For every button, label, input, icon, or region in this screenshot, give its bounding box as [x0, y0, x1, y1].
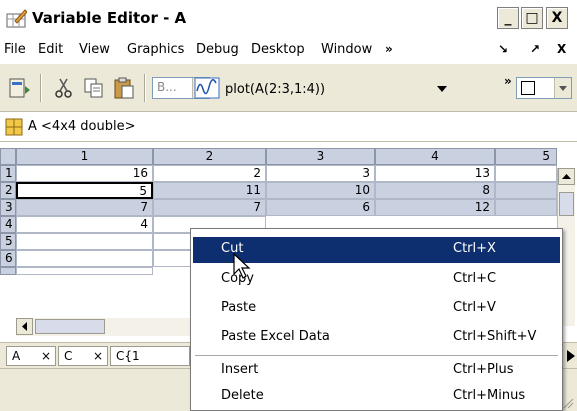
plot-icon[interactable]	[194, 77, 220, 99]
scroll-left-button[interactable]	[16, 318, 33, 335]
table-cell[interactable]: 16	[16, 165, 153, 182]
layout-combo[interactable]	[516, 77, 572, 99]
table-cell-active[interactable]: 5	[16, 182, 153, 199]
table-cell[interactable]: 2	[153, 165, 266, 182]
tab-c-cell[interactable]: C{1	[110, 346, 190, 366]
window-title: Variable Editor - A	[32, 9, 187, 27]
menu-bar: File Edit View Graphics Debug Desktop Wi…	[0, 38, 577, 64]
scroll-thumb[interactable]	[559, 192, 574, 216]
menu-overflow-button[interactable]: »	[385, 42, 393, 56]
resize-grip-icon[interactable]	[562, 397, 574, 409]
menu-separator	[195, 355, 558, 356]
table-cell[interactable]	[16, 250, 153, 267]
tab-c[interactable]: C ×	[58, 346, 108, 366]
mouse-cursor-icon	[233, 252, 251, 279]
tab-label: C	[64, 349, 73, 363]
row-header[interactable]: 3	[0, 199, 16, 216]
context-menu-delete[interactable]: Delete Ctrl+Minus	[193, 384, 560, 410]
toolbar: B... plot(A(2:3,1:4)) »	[0, 64, 577, 112]
table-cell[interactable]: 4	[16, 216, 153, 233]
plot-selector-label[interactable]: plot(A(2:3,1:4))	[225, 82, 325, 97]
cut-icon[interactable]	[52, 76, 76, 100]
dock-button[interactable]: ↘	[498, 42, 508, 56]
table-cell[interactable]: 7	[153, 199, 266, 216]
menu-graphics[interactable]: Graphics	[127, 42, 184, 57]
column-header[interactable]: 1	[16, 148, 153, 165]
table-cell[interactable]	[495, 165, 557, 182]
horizontal-scrollbar[interactable]	[16, 318, 196, 336]
menu-debug[interactable]: Debug	[196, 42, 239, 57]
arrow-left-icon	[22, 322, 27, 331]
toolbar-overflow-button[interactable]: »	[504, 74, 512, 88]
variable-info-label: A <4x4 double>	[28, 119, 136, 134]
copy-icon[interactable]	[82, 76, 106, 100]
layout-square-icon	[521, 81, 535, 95]
import-data-icon[interactable]	[8, 76, 32, 100]
scroll-thumb[interactable]	[35, 319, 105, 334]
toolbar-separator	[40, 74, 42, 102]
row-header[interactable]: 5	[0, 233, 16, 250]
tab-scroll-right-icon[interactable]	[566, 349, 576, 363]
chevron-down-icon[interactable]	[554, 78, 571, 98]
row-header[interactable]: 2	[0, 182, 16, 199]
tab-label: C{1	[116, 349, 140, 363]
menu-close-button[interactable]: X	[557, 42, 566, 56]
variable-editor-icon	[6, 9, 27, 28]
context-menu-insert[interactable]: Insert Ctrl+Plus	[193, 358, 560, 384]
menu-view[interactable]: View	[79, 42, 110, 57]
tab-a[interactable]: A ×	[6, 346, 56, 366]
table-cell[interactable]	[495, 182, 557, 199]
variable-info-bar: A <4x4 double>	[0, 112, 577, 142]
context-menu-paste-excel[interactable]: Paste Excel Data Ctrl+Shift+V	[193, 325, 560, 351]
table-cell[interactable]	[16, 267, 153, 275]
table-cell[interactable]: 8	[375, 182, 495, 199]
menu-desktop[interactable]: Desktop	[251, 42, 305, 57]
context-menu-paste[interactable]: Paste Ctrl+V	[193, 296, 560, 322]
table-cell[interactable]: 3	[266, 165, 375, 182]
tab-label: A	[12, 349, 21, 363]
toolbar-separator	[144, 74, 146, 102]
menu-window[interactable]: Window	[321, 42, 372, 57]
close-button[interactable]: X	[546, 7, 568, 29]
maximize-button[interactable]: □	[521, 7, 543, 29]
close-icon[interactable]: ×	[41, 349, 51, 363]
table-cell[interactable]: 12	[375, 199, 495, 216]
row-header[interactable]: 4	[0, 216, 16, 233]
row-header[interactable]: 6	[0, 250, 16, 267]
column-header[interactable]: 3	[266, 148, 375, 165]
paste-icon[interactable]	[112, 76, 136, 100]
table-cell[interactable]: 10	[266, 182, 375, 199]
table-cell[interactable]	[16, 233, 153, 250]
table-cell[interactable]: 6	[266, 199, 375, 216]
close-icon[interactable]: ×	[93, 349, 103, 363]
scroll-up-button[interactable]	[558, 168, 575, 185]
column-header[interactable]: 4	[375, 148, 495, 165]
table-cell[interactable]	[495, 199, 557, 216]
row-header[interactable]: 1	[0, 165, 16, 182]
column-header[interactable]: 2	[153, 148, 266, 165]
plot-dropdown-arrow-icon[interactable]	[437, 86, 447, 94]
arrow-up-icon	[562, 174, 571, 179]
table-cell[interactable]: 13	[375, 165, 495, 182]
minimize-button[interactable]: _	[497, 7, 519, 29]
undock-button[interactable]: ↗	[530, 42, 540, 56]
title-bar: Variable Editor - A _ □ X	[0, 0, 577, 38]
menu-edit[interactable]: Edit	[38, 42, 63, 57]
column-header[interactable]: 5	[495, 148, 557, 165]
corner-header[interactable]	[0, 148, 16, 165]
menu-file[interactable]: File	[4, 42, 26, 57]
matrix-variable-icon	[5, 118, 23, 136]
table-cell[interactable]: 7	[16, 199, 153, 216]
row-header[interactable]	[0, 267, 16, 275]
table-cell[interactable]: 11	[153, 182, 266, 199]
